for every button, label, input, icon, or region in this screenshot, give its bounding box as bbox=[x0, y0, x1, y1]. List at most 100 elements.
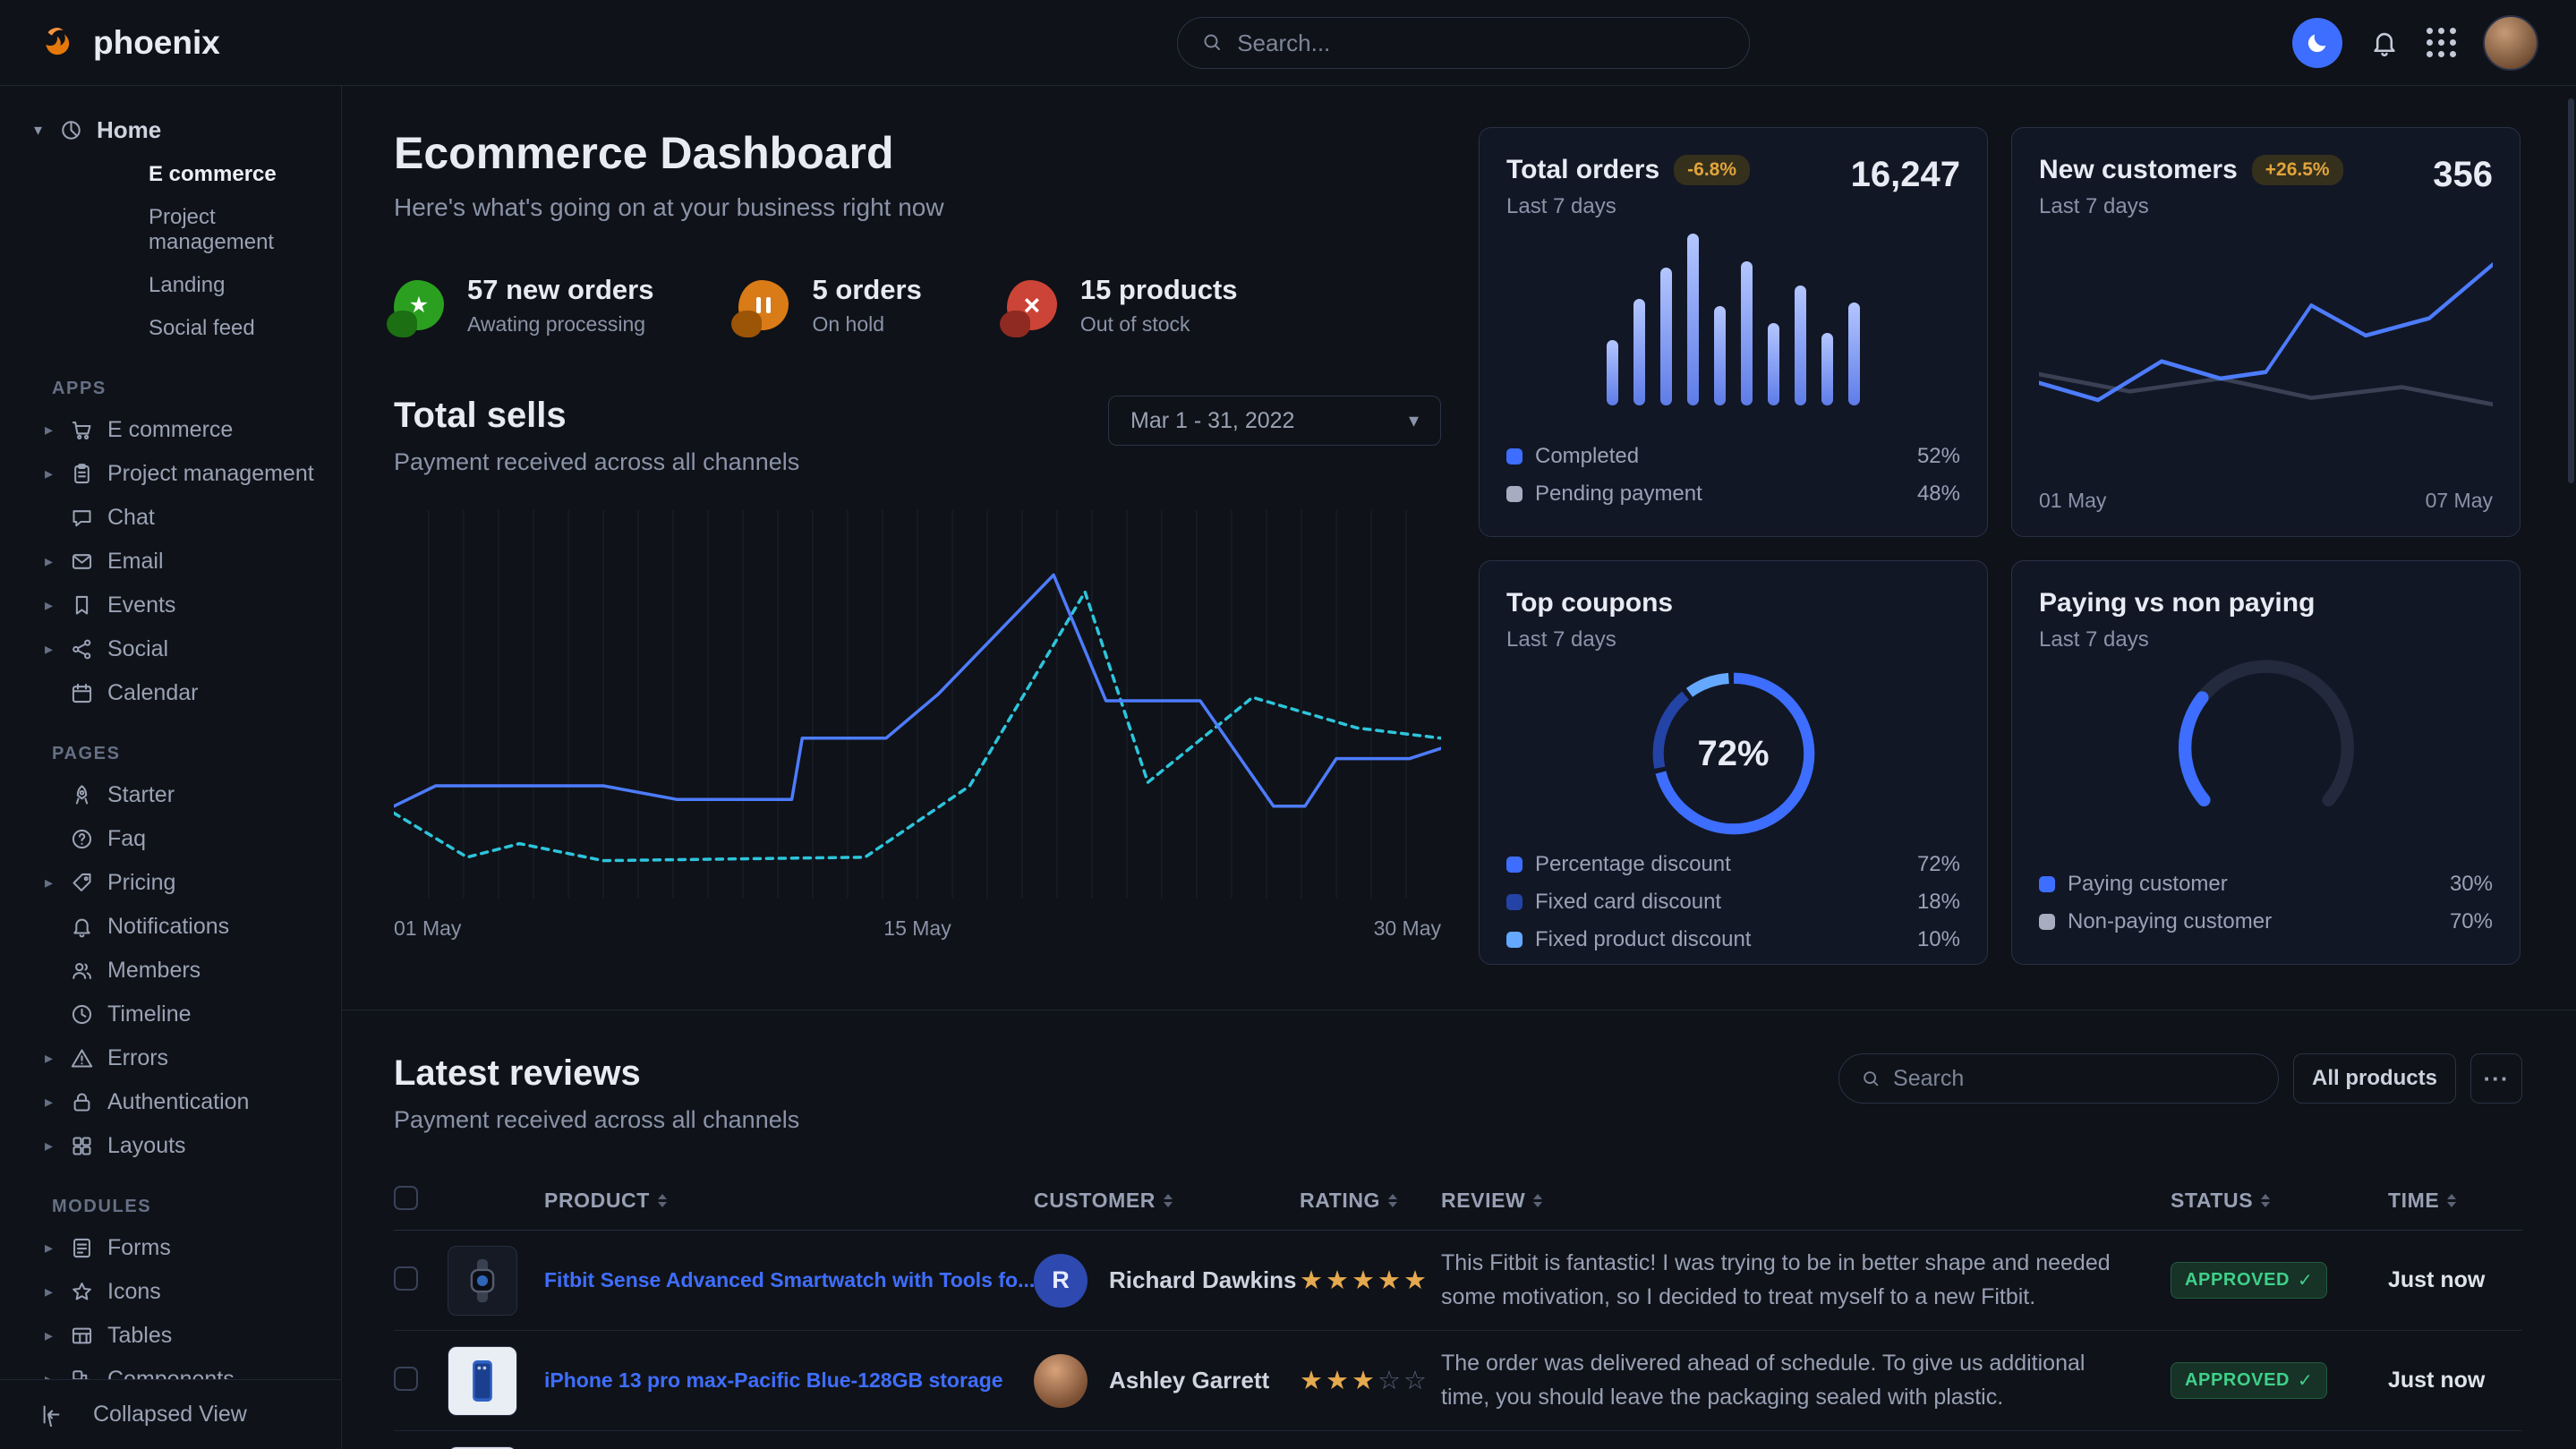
product-link[interactable]: iPhone 13 pro max-Pacific Blue-128GB sto… bbox=[544, 1366, 1034, 1394]
sidebar-item-label: Email bbox=[107, 549, 164, 575]
customer-name: Ashley Garrett bbox=[1109, 1367, 1269, 1394]
product-image bbox=[448, 1446, 517, 1449]
sidebar-item-authentication[interactable]: ▸Authentication bbox=[0, 1080, 341, 1124]
sidebar-item-label: Forms bbox=[107, 1235, 171, 1261]
sidebar-item-label: Icons bbox=[107, 1279, 161, 1305]
bar bbox=[1821, 333, 1833, 405]
sidebar-item-notifications[interactable]: Notifications bbox=[0, 905, 341, 949]
nine-dots-icon bbox=[2427, 28, 2456, 57]
bar bbox=[1687, 234, 1699, 405]
column-header-product[interactable]: PRODUCT bbox=[544, 1189, 650, 1213]
question-icon bbox=[70, 827, 107, 851]
product-link[interactable]: Fitbit Sense Advanced Smartwatch with To… bbox=[544, 1266, 1034, 1294]
stat-label: Out of stock bbox=[1080, 312, 1238, 337]
column-header-time[interactable]: TIME bbox=[2388, 1189, 2439, 1213]
sidebar-item-social-feed[interactable]: Social feed bbox=[0, 307, 341, 350]
global-search[interactable] bbox=[1177, 17, 1750, 69]
sidebar-item-landing[interactable]: Landing bbox=[0, 264, 341, 307]
new-customers-value: 356 bbox=[2433, 155, 2493, 195]
sidebar-item-label: Starter bbox=[107, 782, 175, 808]
sidebar-item-timeline[interactable]: Timeline bbox=[0, 993, 341, 1036]
sidebar-item-e-commerce[interactable]: ▸E commerce bbox=[0, 408, 341, 452]
row-checkbox[interactable] bbox=[394, 1266, 418, 1291]
user-avatar[interactable] bbox=[2483, 15, 2538, 71]
apps-grid-button[interactable] bbox=[2427, 28, 2456, 57]
sidebar-section-label: APPS bbox=[52, 379, 341, 399]
column-header-rating[interactable]: RATING bbox=[1300, 1189, 1380, 1213]
sidebar-item-faq[interactable]: Faq bbox=[0, 817, 341, 861]
theme-toggle-button[interactable] bbox=[2292, 18, 2342, 68]
sidebar-item-home[interactable]: ▾ Home bbox=[0, 107, 341, 153]
legend-item: Paying customer30% bbox=[2039, 865, 2493, 903]
sidebar-item-label: Pricing bbox=[107, 870, 175, 896]
global-search-input[interactable] bbox=[1237, 30, 1726, 57]
sidebar-item-members[interactable]: Members bbox=[0, 949, 341, 993]
sidebar-item-calendar[interactable]: Calendar bbox=[0, 671, 341, 715]
stat-value: 57 new orders bbox=[467, 274, 653, 306]
stat-value: 5 orders bbox=[812, 274, 921, 306]
sidebar-item-email[interactable]: ▸Email bbox=[0, 540, 341, 584]
stat-item: 5 orders On hold bbox=[738, 274, 921, 337]
legend-value: 10% bbox=[1917, 927, 1960, 952]
lock-icon bbox=[70, 1090, 107, 1114]
sidebar-item-label: Members bbox=[107, 958, 200, 984]
stat-label: On hold bbox=[812, 312, 921, 337]
sidebar-item-label: Layouts bbox=[107, 1133, 186, 1159]
status-badge: APPROVED ✓ bbox=[2171, 1262, 2327, 1299]
chevron-right-icon: ▸ bbox=[45, 465, 70, 483]
reviews-search[interactable] bbox=[1838, 1053, 2279, 1104]
card-title: Total orders bbox=[1506, 155, 1659, 185]
bell-icon bbox=[2369, 28, 2400, 58]
legend-swatch bbox=[1506, 486, 1523, 502]
table-row: Fitbit Sense Advanced Smartwatch with To… bbox=[394, 1231, 2522, 1331]
product-image bbox=[448, 1346, 517, 1416]
paying-vs-non-paying-card: Paying vs non paying Last 7 days Paying … bbox=[2011, 560, 2521, 965]
sidebar-item-social[interactable]: ▸Social bbox=[0, 627, 341, 671]
sidebar-item-layouts[interactable]: ▸Layouts bbox=[0, 1124, 341, 1168]
grid-icon bbox=[70, 1134, 107, 1158]
brand-logo[interactable]: phoenix bbox=[38, 18, 220, 67]
sidebar-item-label: Events bbox=[107, 592, 175, 618]
sidebar-item-forms[interactable]: ▸ Forms bbox=[0, 1226, 341, 1270]
scrollbar-thumb[interactable] bbox=[2568, 98, 2574, 483]
legend-item: Completed52% bbox=[1506, 438, 1960, 475]
sidebar-item-tables[interactable]: ▸Tables bbox=[0, 1314, 341, 1358]
reviews-search-input[interactable] bbox=[1893, 1066, 2256, 1092]
column-header-status[interactable]: STATUS bbox=[2171, 1189, 2253, 1213]
date-range-select[interactable]: Mar 1 - 31, 2022 ▾ bbox=[1108, 396, 1441, 446]
sort-icon bbox=[658, 1194, 667, 1207]
warning-icon bbox=[70, 1046, 107, 1070]
sidebar-item-label: Notifications bbox=[107, 914, 229, 940]
select-all-checkbox[interactable] bbox=[394, 1186, 418, 1210]
sidebar-item-events[interactable]: ▸Events bbox=[0, 584, 341, 627]
notifications-button[interactable] bbox=[2369, 28, 2400, 58]
collapsed-view-toggle[interactable]: Collapsed View bbox=[0, 1379, 341, 1449]
row-checkbox[interactable] bbox=[394, 1367, 418, 1391]
bell-icon bbox=[70, 915, 107, 939]
more-options-button[interactable]: ··· bbox=[2470, 1053, 2522, 1104]
latest-reviews-section: Latest reviews Payment received across a… bbox=[342, 1010, 2576, 1449]
sidebar-item-pricing[interactable]: ▸Pricing bbox=[0, 861, 341, 905]
legend-swatch bbox=[2039, 876, 2055, 892]
sidebar-item-project-management[interactable]: Project management bbox=[0, 196, 341, 264]
sidebar-item-components[interactable]: ▸Components bbox=[0, 1358, 341, 1379]
sidebar-item-starter[interactable]: Starter bbox=[0, 773, 341, 817]
sidebar-item-errors[interactable]: ▸Errors bbox=[0, 1036, 341, 1080]
quick-stats: ★57 new ordersAwating processing5 orders… bbox=[394, 274, 1441, 337]
legend-swatch bbox=[1506, 448, 1523, 465]
all-products-button[interactable]: All products bbox=[2293, 1053, 2456, 1104]
sidebar-item-project-management[interactable]: ▸Project management bbox=[0, 452, 341, 496]
bar bbox=[1633, 299, 1645, 405]
sidebar-item-icons[interactable]: ▸Icons bbox=[0, 1270, 341, 1314]
legend-item: Pending payment48% bbox=[1506, 475, 1960, 513]
orders-bar-chart bbox=[1506, 234, 1960, 405]
x-axis-labels: 01 May 07 May bbox=[2039, 489, 2493, 513]
sidebar-item-e-commerce[interactable]: E commerce bbox=[0, 153, 341, 196]
sidebar-item-chat[interactable]: Chat bbox=[0, 496, 341, 540]
chevron-right-icon: ▸ bbox=[45, 1239, 70, 1257]
donut-center-label: 72% bbox=[1642, 661, 1826, 846]
column-header-review[interactable]: REVIEW bbox=[1441, 1189, 1525, 1213]
column-header-customer[interactable]: CUSTOMER bbox=[1034, 1189, 1156, 1213]
table-row bbox=[394, 1431, 2522, 1449]
new-customers-line-chart bbox=[2039, 232, 2493, 485]
